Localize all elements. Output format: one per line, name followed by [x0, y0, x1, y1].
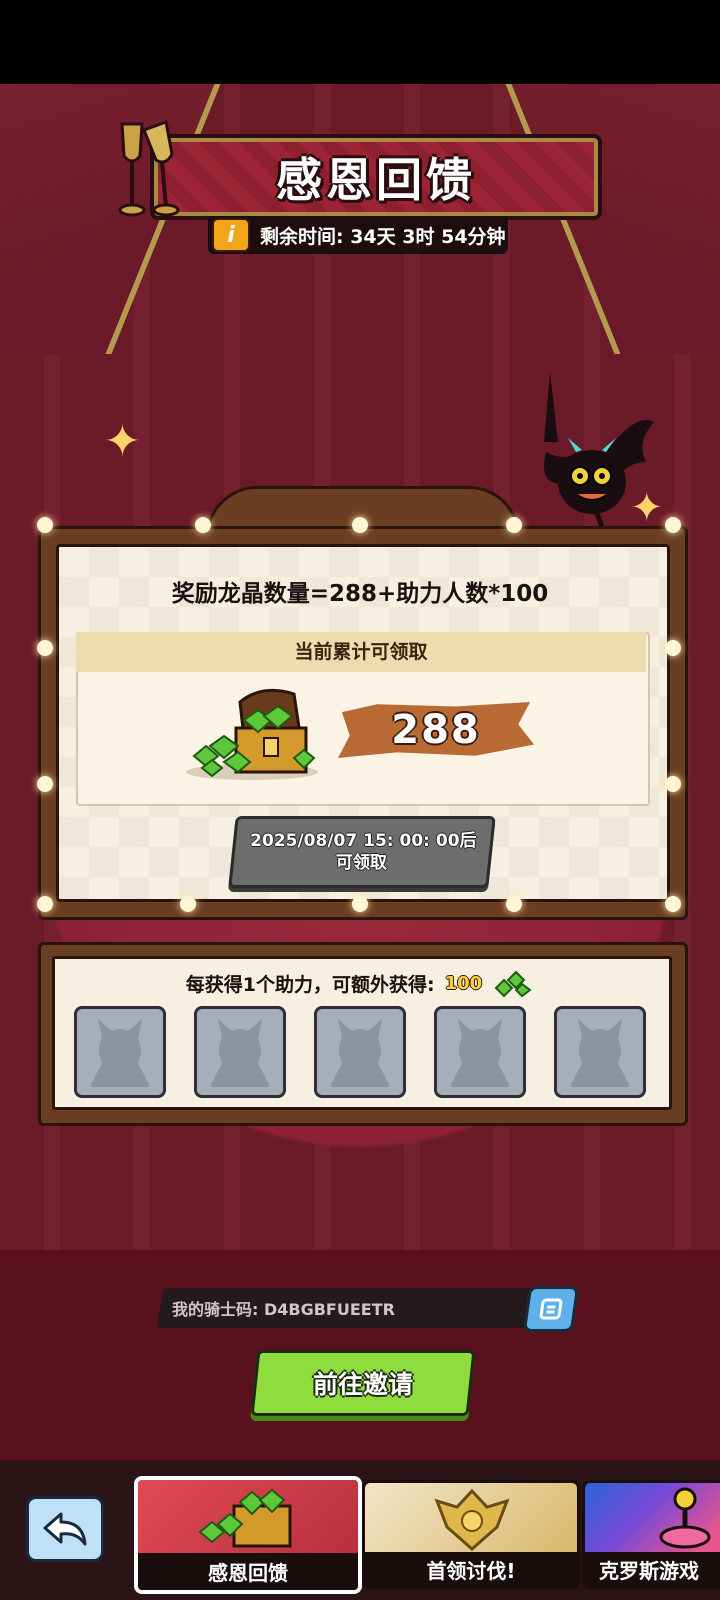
light-bulb: [352, 896, 368, 912]
tab-label: 克罗斯游戏: [599, 1558, 699, 1583]
info-icon[interactable]: i: [212, 218, 250, 252]
back-arrow-icon: [43, 1512, 87, 1546]
light-bulb: [665, 517, 681, 533]
light-bulb: [37, 896, 53, 912]
tab-label-bar: 首领讨伐!: [365, 1551, 577, 1587]
golden-knight-icon: [434, 1488, 510, 1551]
light-bulb: [37, 776, 53, 792]
tab-thanksgiving[interactable]: 感恩回馈: [134, 1476, 362, 1594]
tab-cross-game[interactable]: 克罗斯游戏: [582, 1480, 720, 1590]
tab-label-bar: 感恩回馈: [138, 1552, 358, 1590]
light-bulb: [37, 517, 53, 533]
joystick-icon: [659, 1487, 711, 1549]
helper-bonus-row: 每获得1个助力，可额外获得: 100: [52, 968, 666, 998]
treasure-chest-icon: [186, 688, 318, 780]
light-bulb: [352, 517, 368, 533]
light-bulb: [506, 517, 522, 533]
accumulated-value-badge: 288: [338, 702, 534, 758]
tab-label: 感恩回馈: [208, 1560, 288, 1585]
helper-slot[interactable]: [434, 1006, 526, 1098]
helper-slot[interactable]: [194, 1006, 286, 1098]
empty-avatar-icon: [570, 1019, 630, 1087]
helper-slot[interactable]: [314, 1006, 406, 1098]
claim-time: 2025/08/07 15: 00: 00后: [249, 831, 477, 851]
light-bulb: [506, 896, 522, 912]
sparkle-icon: ✦: [104, 416, 141, 467]
accumulated-value: 288: [391, 707, 481, 753]
claim-label: 可领取: [335, 853, 387, 873]
bat-mascot-icon: [544, 372, 654, 540]
helper-bonus-text: 每获得1个助力，可额外获得:: [185, 973, 435, 996]
empty-avatar-icon: [210, 1019, 270, 1087]
empty-avatar-icon: [90, 1019, 150, 1087]
remaining-time: 剩余时间: 34天 3时 54分钟: [260, 225, 506, 248]
treasure-chest-icon: [198, 1488, 292, 1548]
empty-avatar-icon: [450, 1019, 510, 1087]
light-bulb: [665, 640, 681, 656]
light-bulb: [195, 517, 211, 533]
light-bulb: [180, 896, 196, 912]
tab-label-bar: 克罗斯游戏: [585, 1551, 720, 1587]
knight-code: 我的骑士码: D4BGBFUEETR: [172, 1300, 395, 1319]
title-banner: 感恩回馈: [150, 134, 602, 220]
light-bulb: [665, 776, 681, 792]
reward-formula: 奖励龙晶数量=288+助力人数*100: [171, 581, 549, 607]
copy-icon: [539, 1298, 563, 1320]
claim-button[interactable]: 2025/08/07 15: 00: 00后 可领取: [228, 816, 496, 888]
helper-slot[interactable]: [74, 1006, 166, 1098]
light-bulb: [37, 640, 53, 656]
status-bar: [0, 0, 720, 84]
copy-code-button[interactable]: [522, 1286, 580, 1332]
champagne-glasses-icon: [118, 119, 180, 217]
accumulated-label: 当前累计可领取: [76, 632, 646, 672]
empty-avatar-icon: [330, 1019, 390, 1087]
tab-boss-raid[interactable]: 首领讨伐!: [362, 1480, 580, 1590]
page-title: 感恩回馈: [276, 153, 476, 207]
helper-bonus-amount: 100: [444, 972, 483, 994]
invite-button[interactable]: 前往邀请: [250, 1350, 476, 1416]
light-bulb: [665, 896, 681, 912]
helper-slot[interactable]: [554, 1006, 646, 1098]
invite-button-label: 前往邀请: [312, 1370, 413, 1399]
tab-label: 首领讨伐!: [426, 1558, 516, 1583]
back-button[interactable]: [26, 1496, 104, 1562]
dragon-crystal-icon: [494, 970, 532, 998]
remaining-time-bar: i 剩余时间: 34天 3时 54分钟: [208, 216, 508, 254]
